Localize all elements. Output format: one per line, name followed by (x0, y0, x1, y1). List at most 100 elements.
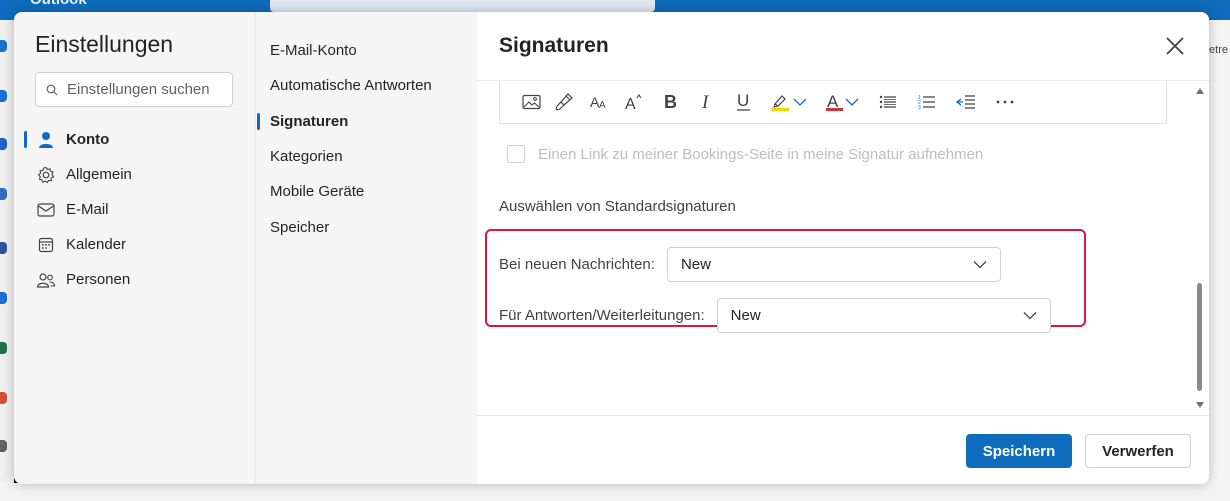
bookings-link-label: Einen Link zu meiner Bookings-Seite in m… (538, 145, 984, 163)
settings-nav: Einstellungen Konto Allgemein (14, 12, 255, 484)
scroll-down-button[interactable] (1195, 400, 1205, 410)
new-messages-selected-value: New (680, 256, 711, 273)
settings-title: Einstellungen (35, 31, 174, 57)
page-title: Signaturen (499, 34, 609, 57)
person-icon (36, 130, 56, 150)
mail-icon (36, 200, 56, 220)
chevron-down-icon (845, 98, 859, 106)
background-rail-icon (0, 188, 7, 200)
font-size-icon: AA (590, 94, 606, 111)
background-rail-icon (0, 40, 7, 52)
subnav-item-kategorien[interactable]: Kategorien (256, 139, 478, 174)
background-rail-icon (0, 90, 7, 102)
settings-nav-list: Konto Allgemein E-Mail Kalender Personen (14, 122, 255, 297)
numbering-button[interactable]: 123 (912, 87, 942, 117)
font-color-button[interactable]: A (820, 87, 864, 117)
scrollbar-thumb[interactable] (1197, 283, 1202, 391)
background-rail-icon (0, 292, 7, 304)
dialog-footer: Speichern Verwerfen (477, 415, 1209, 484)
new-messages-field: Bei neuen Nachrichten: New (499, 247, 1001, 282)
replies-label: Für Antworten/Weiterleitungen: (499, 307, 705, 324)
caret-down-icon (1196, 402, 1204, 408)
font-color-icon: A (826, 92, 843, 111)
new-messages-signature-dropdown[interactable]: New (666, 247, 1001, 282)
gear-icon (36, 165, 56, 185)
discard-button[interactable]: Verwerfen (1085, 434, 1191, 468)
nav-item-allgemein[interactable]: Allgemein (14, 157, 255, 192)
background-rail-icon (0, 138, 7, 150)
svg-text:B: B (664, 93, 677, 111)
signature-format-toolbar: AA A B I U A 1 2 3 (499, 81, 1167, 124)
background-right-text: etre (1209, 44, 1228, 56)
scroll-up-button[interactable] (1195, 86, 1205, 96)
underline-icon: U (737, 92, 750, 111)
background-rail-icon (0, 342, 7, 354)
settings-search-input[interactable] (67, 81, 217, 98)
replies-signature-dropdown[interactable]: New (716, 298, 1051, 333)
settings-search[interactable] (35, 72, 233, 107)
bullet-list-icon (879, 95, 896, 109)
numbered-list-icon: 123 (918, 95, 935, 110)
paintbrush-icon (555, 93, 573, 111)
svg-text:A: A (599, 100, 606, 111)
background-rail-icon (0, 392, 7, 404)
decrease-indent-icon (956, 95, 975, 109)
background-search-box (270, 0, 655, 12)
new-messages-label: Bei neuen Nachrichten: (499, 256, 655, 273)
account-subnav: E-Mail-Konto Automatische Antworten Sign… (255, 12, 477, 484)
highlighter-icon (772, 95, 789, 111)
subnav-item-email-konto[interactable]: E-Mail-Konto (256, 33, 478, 68)
bold-button[interactable]: B (656, 87, 684, 117)
vertical-scrollbar[interactable] (1193, 80, 1207, 415)
background-rail-icon (0, 440, 7, 452)
decrease-indent-button[interactable] (951, 87, 981, 117)
nav-item-label: E-Mail (66, 201, 109, 218)
background-bottom-bar (0, 483, 1230, 501)
underline-button[interactable]: U (730, 87, 758, 117)
signatures-panel: Signaturen AA A B I U A 1 2 3 Einen Link… (477, 12, 1209, 484)
nav-item-label: Personen (66, 271, 131, 288)
settings-dialog: Einstellungen Konto Allgemein (14, 12, 1209, 484)
close-button[interactable] (1161, 32, 1189, 60)
bookings-link-checkbox[interactable] (507, 145, 525, 163)
background-app-rail (0, 20, 14, 501)
replies-field: Für Antworten/Weiterleitungen: New (499, 298, 1051, 333)
nav-item-label: Allgemein (66, 166, 132, 183)
replies-selected-value: New (730, 307, 761, 324)
format-painter-button[interactable] (551, 87, 577, 117)
more-options-button[interactable] (990, 87, 1020, 117)
nav-item-personen[interactable]: Personen (14, 262, 255, 297)
chevron-down-icon (793, 98, 807, 106)
account-subnav-list: E-Mail-Konto Automatische Antworten Sign… (256, 33, 478, 245)
svg-text:3: 3 (918, 105, 921, 110)
bullets-button[interactable] (873, 87, 903, 117)
background-app-name: Outlook (30, 0, 87, 8)
nav-item-kalender[interactable]: Kalender (14, 227, 255, 262)
close-icon (1166, 37, 1184, 55)
subnav-item-speicher[interactable]: Speicher (256, 209, 478, 244)
italic-button[interactable]: I (693, 87, 721, 117)
default-signatures-heading: Auswählen von Standardsignaturen (499, 198, 736, 215)
increase-font-icon: A (625, 94, 642, 112)
subnav-item-signaturen[interactable]: Signaturen (256, 104, 478, 139)
bookings-link-option: Einen Link zu meiner Bookings-Seite in m… (507, 145, 983, 163)
search-icon (46, 84, 58, 95)
settings-scroll-area: AA A B I U A 1 2 3 Einen Link zu meiner … (477, 80, 1209, 415)
subnav-item-automatische-antworten[interactable]: Automatische Antworten (256, 68, 478, 103)
highlight-button[interactable] (767, 87, 811, 117)
calendar-icon (36, 235, 56, 255)
subnav-item-mobile-geraete[interactable]: Mobile Geräte (256, 174, 478, 209)
svg-text:U: U (737, 92, 749, 110)
nav-item-konto[interactable]: Konto (14, 122, 255, 157)
people-icon (36, 270, 56, 290)
chevron-down-icon (1023, 312, 1037, 320)
font-size-button[interactable]: AA (586, 87, 612, 117)
chevron-down-icon (973, 261, 987, 269)
bold-icon: B (664, 93, 677, 111)
insert-picture-button[interactable] (520, 87, 542, 117)
nav-item-email[interactable]: E-Mail (14, 192, 255, 227)
italic-icon: I (701, 93, 710, 111)
svg-text:I: I (701, 93, 710, 111)
save-button[interactable]: Speichern (966, 434, 1072, 468)
increase-font-button[interactable]: A (621, 87, 647, 117)
